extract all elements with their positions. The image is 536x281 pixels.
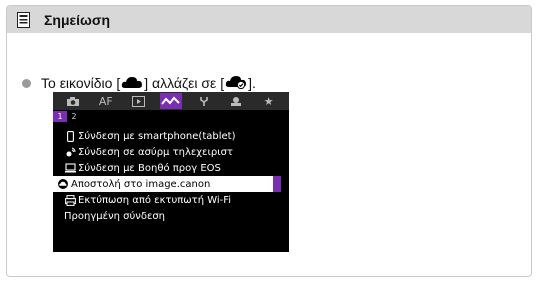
smartphone-icon	[64, 130, 76, 142]
menu-item-label: Σύνδεση με smartphone(tablet)	[78, 130, 236, 142]
cloud-icon	[121, 75, 143, 92]
page-1[interactable]: 1	[53, 111, 67, 122]
bullet-text-before: Το εικονίδιο [	[41, 75, 121, 91]
menu-item-remote[interactable]: Σύνδεση σε ασύρμ τηλεχειριστ	[53, 144, 289, 160]
note-icon	[17, 11, 30, 28]
tab-mymenu[interactable]: ★	[258, 93, 280, 109]
menu-item-smartphone[interactable]: Σύνδεση με smartphone(tablet)	[53, 128, 289, 144]
note-header: Σημείωση	[7, 6, 531, 33]
menu-item-eos-utility[interactable]: Σύνδεση με Βοηθό προγ EOS	[53, 160, 289, 176]
camera-icon	[67, 96, 80, 106]
playback-icon	[131, 95, 145, 107]
camera-menu-screenshot: AF ★ 1 2 Σύνδεση με smartphone(tablet) Σ…	[53, 92, 289, 252]
note-box: Σημείωση Το εικονίδιο [ ] αλλάζει σε [ ]…	[6, 5, 532, 277]
bullet-text-after: ].	[248, 75, 256, 91]
page-2[interactable]: 2	[67, 111, 81, 122]
bullet-dot	[22, 78, 31, 88]
tab-wireless[interactable]	[159, 93, 182, 109]
wrench-icon	[199, 96, 208, 106]
printer-icon	[64, 194, 76, 206]
note-title: Σημείωση	[44, 11, 111, 28]
menu-item-label: Αποστολή στο image.canon	[71, 178, 211, 190]
computer-icon	[64, 162, 76, 174]
menu-item-label: Σύνδεση σε ασύρμ τηλεχειριστ	[78, 146, 233, 158]
menu-item-label: Προηγμένη σύνδεση	[64, 210, 166, 222]
bullet-line: Το εικονίδιο [ ] αλλάζει σε [ ].	[22, 74, 256, 92]
menu-tabs: AF ★	[53, 92, 289, 110]
remote-icon	[64, 146, 76, 158]
tab-camera[interactable]	[62, 93, 84, 109]
custom-icon	[231, 96, 242, 106]
tab-playback[interactable]	[127, 93, 149, 109]
bullet-text-middle: ] αλλάζει σε [	[144, 75, 225, 91]
menu-item-label: Σύνδεση με Βοηθό προγ EOS	[78, 162, 221, 174]
star-icon: ★	[263, 94, 274, 108]
tab-af[interactable]: AF	[95, 93, 117, 109]
menu-item-image-canon[interactable]: Αποστολή στο image.canon	[53, 176, 281, 192]
tab-custom[interactable]	[225, 93, 247, 109]
menu-item-label: Εκτύπωση από εκτυπωτή Wi-Fi	[78, 194, 232, 206]
menu-item-advanced-connection[interactable]: Προηγμένη σύνδεση	[53, 208, 289, 224]
menu-pages: 1 2	[53, 111, 289, 122]
tab-setup[interactable]	[193, 93, 215, 109]
wireless-icon	[161, 96, 180, 105]
af-label: AF	[98, 94, 113, 108]
menu-item-wifi-printer[interactable]: Εκτύπωση από εκτυπωτή Wi-Fi	[53, 192, 289, 208]
cloud-check-icon	[225, 74, 247, 92]
menu-items: Σύνδεση με smartphone(tablet) Σύνδεση σε…	[53, 128, 289, 224]
cloud-check-icon	[57, 178, 69, 190]
